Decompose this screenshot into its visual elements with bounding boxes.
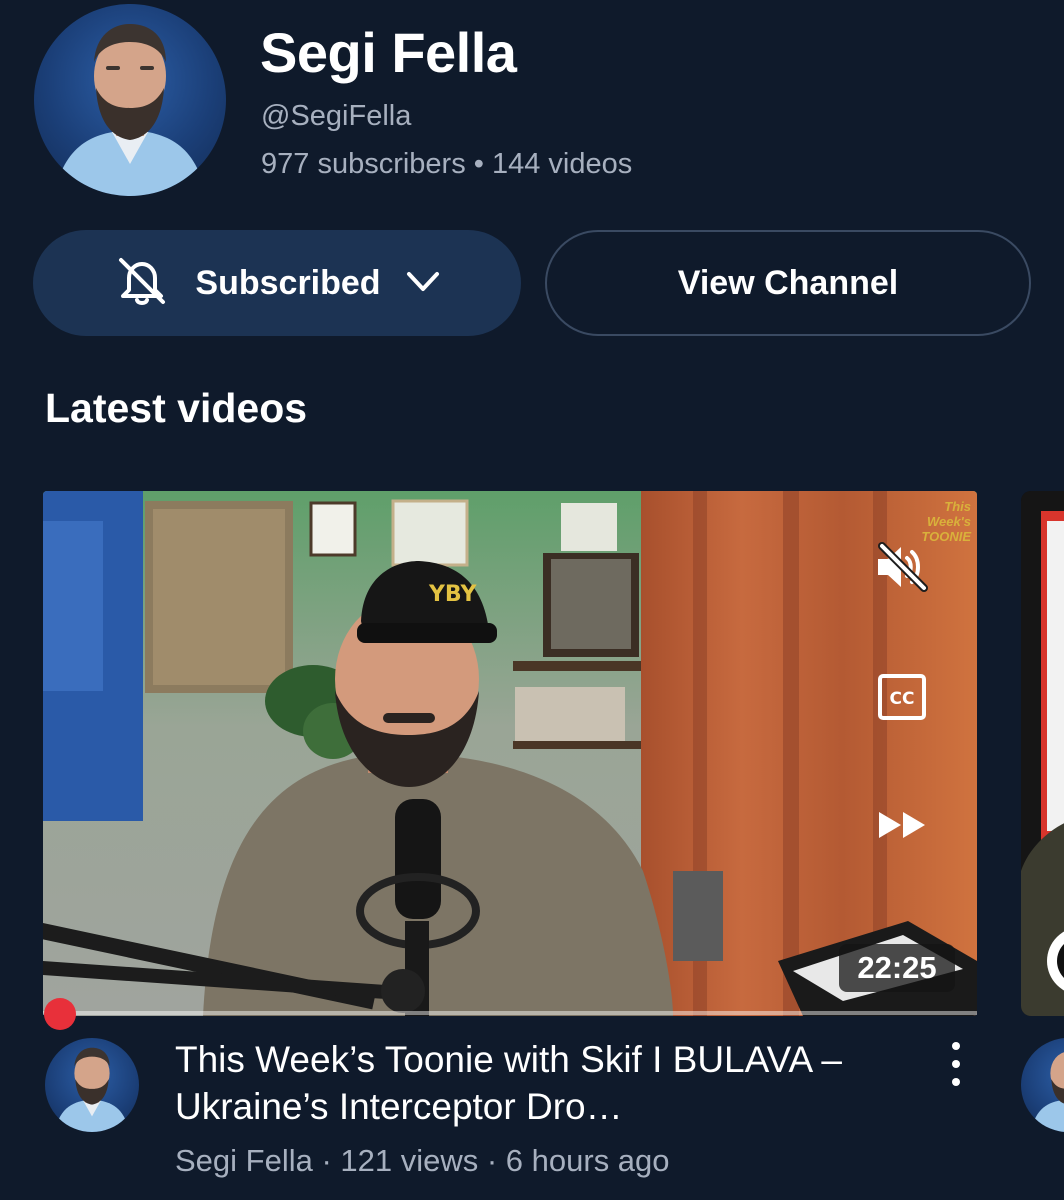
more-options-dot (952, 1042, 960, 1050)
svg-text:YBY: YBY (428, 582, 477, 607)
video-duration-badge: 22:25 (839, 944, 955, 992)
video-scene-image: YBY (43, 491, 977, 1016)
video-watermark: This Week's TOONIE (921, 499, 971, 544)
view-channel-label: View Channel (677, 263, 899, 302)
channel-avatar[interactable] (34, 4, 226, 196)
closed-captions-icon[interactable]: CC (875, 671, 929, 723)
video-title[interactable]: This Week’s Toonie with Skif I BULAVA – … (175, 1036, 915, 1130)
next-video-image (1021, 491, 1064, 1016)
fast-forward-icon[interactable] (871, 803, 933, 847)
video-channel-avatar-portrait (54, 1047, 130, 1132)
next-video-channel-avatar-portrait (1030, 1052, 1064, 1132)
channel-stats: 977 subscribers • 144 videos (261, 148, 633, 180)
bell-off-icon (111, 250, 173, 317)
chevron-down-icon (403, 261, 443, 306)
section-title: Latest videos (45, 385, 308, 431)
view-channel-button[interactable]: View Channel (545, 230, 1031, 336)
video-channel-avatar[interactable] (45, 1038, 139, 1132)
channel-page: Segi Fella @SegiFella 977 subscribers • … (0, 0, 1064, 1200)
video-thumbnail[interactable]: YBY This Week's TOONIE CC (43, 491, 977, 1016)
channel-name: Segi Fella (260, 21, 517, 84)
next-video-thumbnail[interactable] (1021, 491, 1064, 1016)
more-options-icon[interactable] (936, 1042, 976, 1086)
subscribed-label: Subscribed (195, 263, 381, 302)
mute-icon[interactable] (871, 539, 933, 595)
video-progress-scrubber[interactable] (44, 998, 76, 1030)
channel-avatar-portrait (54, 24, 206, 196)
video-meta: Segi Fella · 121 views · 6 hours ago (175, 1143, 670, 1178)
video-progress-track[interactable] (43, 1011, 977, 1015)
next-video-channel-avatar[interactable] (1021, 1038, 1064, 1132)
channel-handle: @SegiFella (261, 100, 412, 132)
subscribed-button[interactable]: Subscribed (33, 230, 521, 336)
more-options-dot (952, 1060, 960, 1068)
svg-text:CC: CC (890, 689, 915, 709)
more-options-dot (952, 1078, 960, 1086)
